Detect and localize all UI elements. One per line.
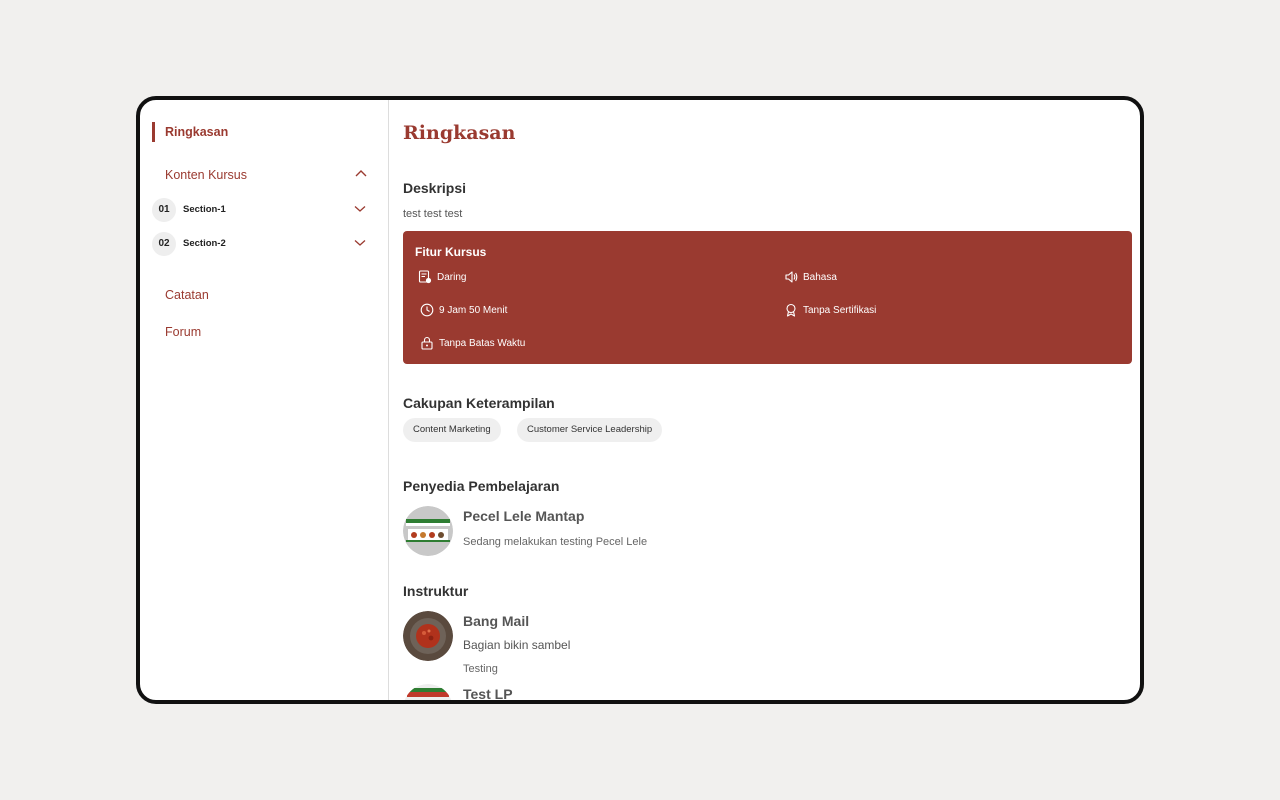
- feature-label: Tanpa Sertifikasi: [803, 305, 877, 316]
- course-sidebar: Ringkasan Konten Kursus 01 Section-1 02 …: [140, 100, 389, 700]
- skills-heading: Cakupan Keterampilan: [403, 395, 555, 411]
- sidebar-item-forum[interactable]: Forum: [165, 325, 201, 339]
- clock-icon: [420, 303, 434, 317]
- feature-label: Tanpa Batas Waktu: [439, 338, 526, 349]
- description-heading: Deskripsi: [403, 180, 467, 196]
- section-number: 02: [152, 232, 176, 256]
- certificate-icon: [786, 303, 796, 317]
- feature-label: Daring: [437, 272, 467, 283]
- chevron-down-icon[interactable]: [354, 205, 366, 213]
- features-title: Fitur Kursus: [415, 245, 487, 259]
- speaker-icon: [785, 271, 798, 283]
- instructor-role: Bagian bikin sambel: [463, 638, 571, 652]
- provider-avatar[interactable]: [403, 506, 453, 556]
- online-icon: [418, 270, 432, 284]
- section-label: Section-1: [183, 204, 226, 215]
- instructor-name[interactable]: Bang Mail: [463, 613, 529, 629]
- main-content: Ringkasan Deskripsi test test test Fitur…: [403, 100, 1138, 700]
- chevron-down-icon[interactable]: [354, 239, 366, 247]
- sidebar-item-course-content[interactable]: Konten Kursus: [165, 168, 247, 182]
- section-item-2[interactable]: 02 Section-2: [152, 232, 372, 256]
- chevron-up-icon[interactable]: [354, 168, 368, 178]
- instructor-avatar[interactable]: [403, 684, 453, 700]
- sidebar-item-summary-label: Ringkasan: [165, 125, 229, 139]
- skill-chip[interactable]: Content Marketing: [403, 418, 501, 442]
- feature-label: 9 Jam 50 Menit: [439, 305, 508, 316]
- feature-label: Bahasa: [803, 272, 837, 283]
- section-item-1[interactable]: 01 Section-1: [152, 198, 372, 222]
- instructor-avatar[interactable]: [403, 611, 453, 661]
- instructor-heading: Instruktur: [403, 583, 469, 599]
- lock-icon: [421, 336, 433, 350]
- instructor-note: Testing: [463, 663, 498, 675]
- section-label: Section-2: [183, 238, 226, 249]
- sidebar-item-notes[interactable]: Catatan: [165, 288, 209, 302]
- sidebar-item-summary[interactable]: Ringkasan: [152, 122, 385, 142]
- provider-heading: Penyedia Pembelajaran: [403, 478, 560, 494]
- page-title: Ringkasan: [403, 122, 516, 144]
- skill-chip[interactable]: Customer Service Leadership: [517, 418, 663, 442]
- description-text: test test test: [403, 208, 463, 220]
- course-features-panel: Fitur Kursus Daring Bahasa 9 Jam 50 Meni…: [403, 231, 1132, 364]
- instructor-name[interactable]: Test LP: [463, 686, 513, 700]
- section-number: 01: [152, 198, 176, 222]
- app-window: Ringkasan Konten Kursus 01 Section-1 02 …: [136, 96, 1144, 704]
- provider-description: Sedang melakukan testing Pecel Lele: [463, 536, 648, 548]
- provider-name[interactable]: Pecel Lele Mantap: [463, 508, 584, 524]
